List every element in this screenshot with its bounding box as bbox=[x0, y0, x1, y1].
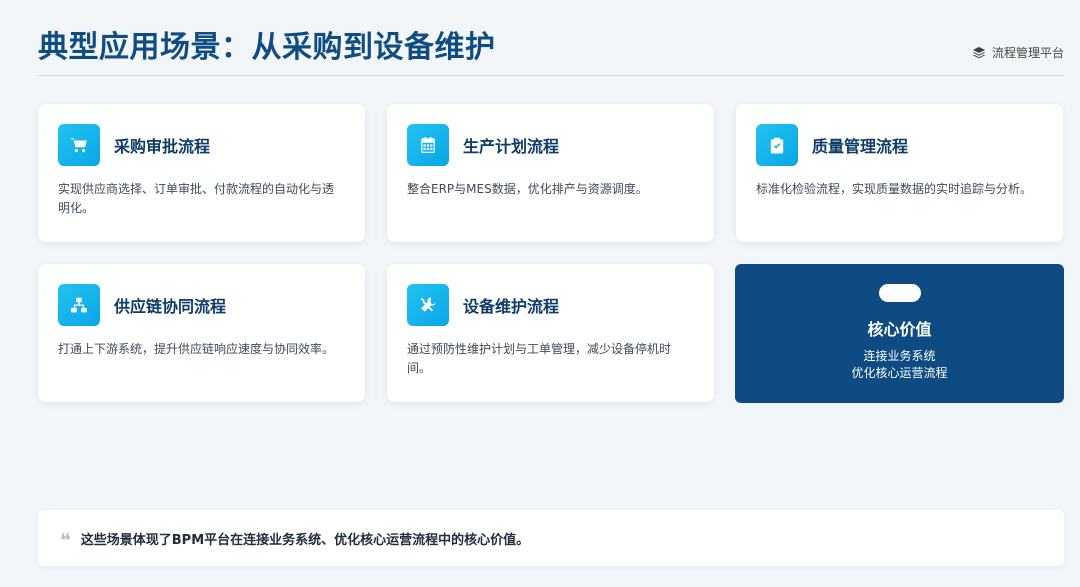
card-description: 通过预防性维护计划与工单管理，减少设备停机时间。 bbox=[407, 342, 672, 375]
card-title: 设备维护流程 bbox=[463, 297, 560, 316]
core-value-card: 核心价值 连接业务系统 优化核心运营流程 bbox=[735, 264, 1064, 403]
tools-icon bbox=[407, 284, 449, 326]
value-pill-icon bbox=[878, 284, 921, 302]
cart-icon bbox=[58, 124, 100, 166]
card-description: 实现供应商选择、订单审批、付款流程的自动化与透明化。 bbox=[58, 182, 335, 215]
card-procurement[interactable]: 采购审批流程 实现供应商选择、订单审批、付款流程的自动化与透明化。 bbox=[38, 104, 365, 242]
card-description: 打通上下游系统，提升供应链响应速度与协同效率。 bbox=[58, 342, 335, 356]
card-description: 标准化检验流程，实现质量数据的实时追踪与分析。 bbox=[756, 182, 1033, 196]
card-title: 质量管理流程 bbox=[812, 137, 909, 156]
quote-text: 这些场景体现了BPM平台在连接业务系统、优化核心运营流程中的核心价值。 bbox=[80, 532, 530, 548]
calendar-icon bbox=[407, 124, 449, 166]
card-supply-chain[interactable]: 供应链协同流程 打通上下游系统，提升供应链响应速度与协同效率。 bbox=[38, 264, 365, 402]
value-line: 优化核心运营流程 bbox=[851, 366, 948, 380]
quote-icon: ❝ bbox=[60, 528, 71, 552]
card-quality-management[interactable]: 质量管理流程 标准化检验流程，实现质量数据的实时追踪与分析。 bbox=[736, 104, 1063, 242]
page-title: 典型应用场景：从采购到设备维护 bbox=[38, 30, 496, 65]
value-line: 连接业务系统 bbox=[863, 349, 936, 363]
clipboard-check-icon bbox=[756, 124, 798, 166]
card-title: 采购审批流程 bbox=[114, 137, 211, 156]
card-description: 整合ERP与MES数据，优化排产与资源调度。 bbox=[407, 182, 648, 196]
platform-badge: 流程管理平台 bbox=[972, 44, 1064, 61]
card-production-planning[interactable]: 生产计划流程 整合ERP与MES数据，优化排产与资源调度。 bbox=[387, 104, 714, 242]
summary-quote: ❝ 这些场景体现了BPM平台在连接业务系统、优化核心运营流程中的核心价值。 bbox=[38, 510, 1064, 566]
value-title: 核心价值 bbox=[867, 320, 932, 339]
layers-icon bbox=[972, 46, 986, 58]
card-equipment-maintenance[interactable]: 设备维护流程 通过预防性维护计划与工单管理，减少设备停机时间。 bbox=[387, 264, 714, 402]
card-title: 生产计划流程 bbox=[463, 137, 560, 156]
card-title: 供应链协同流程 bbox=[114, 297, 227, 316]
platform-label: 流程管理平台 bbox=[991, 46, 1064, 60]
network-icon bbox=[58, 284, 100, 326]
page-header: 典型应用场景：从采购到设备维护 流程管理平台 bbox=[38, 28, 1064, 76]
